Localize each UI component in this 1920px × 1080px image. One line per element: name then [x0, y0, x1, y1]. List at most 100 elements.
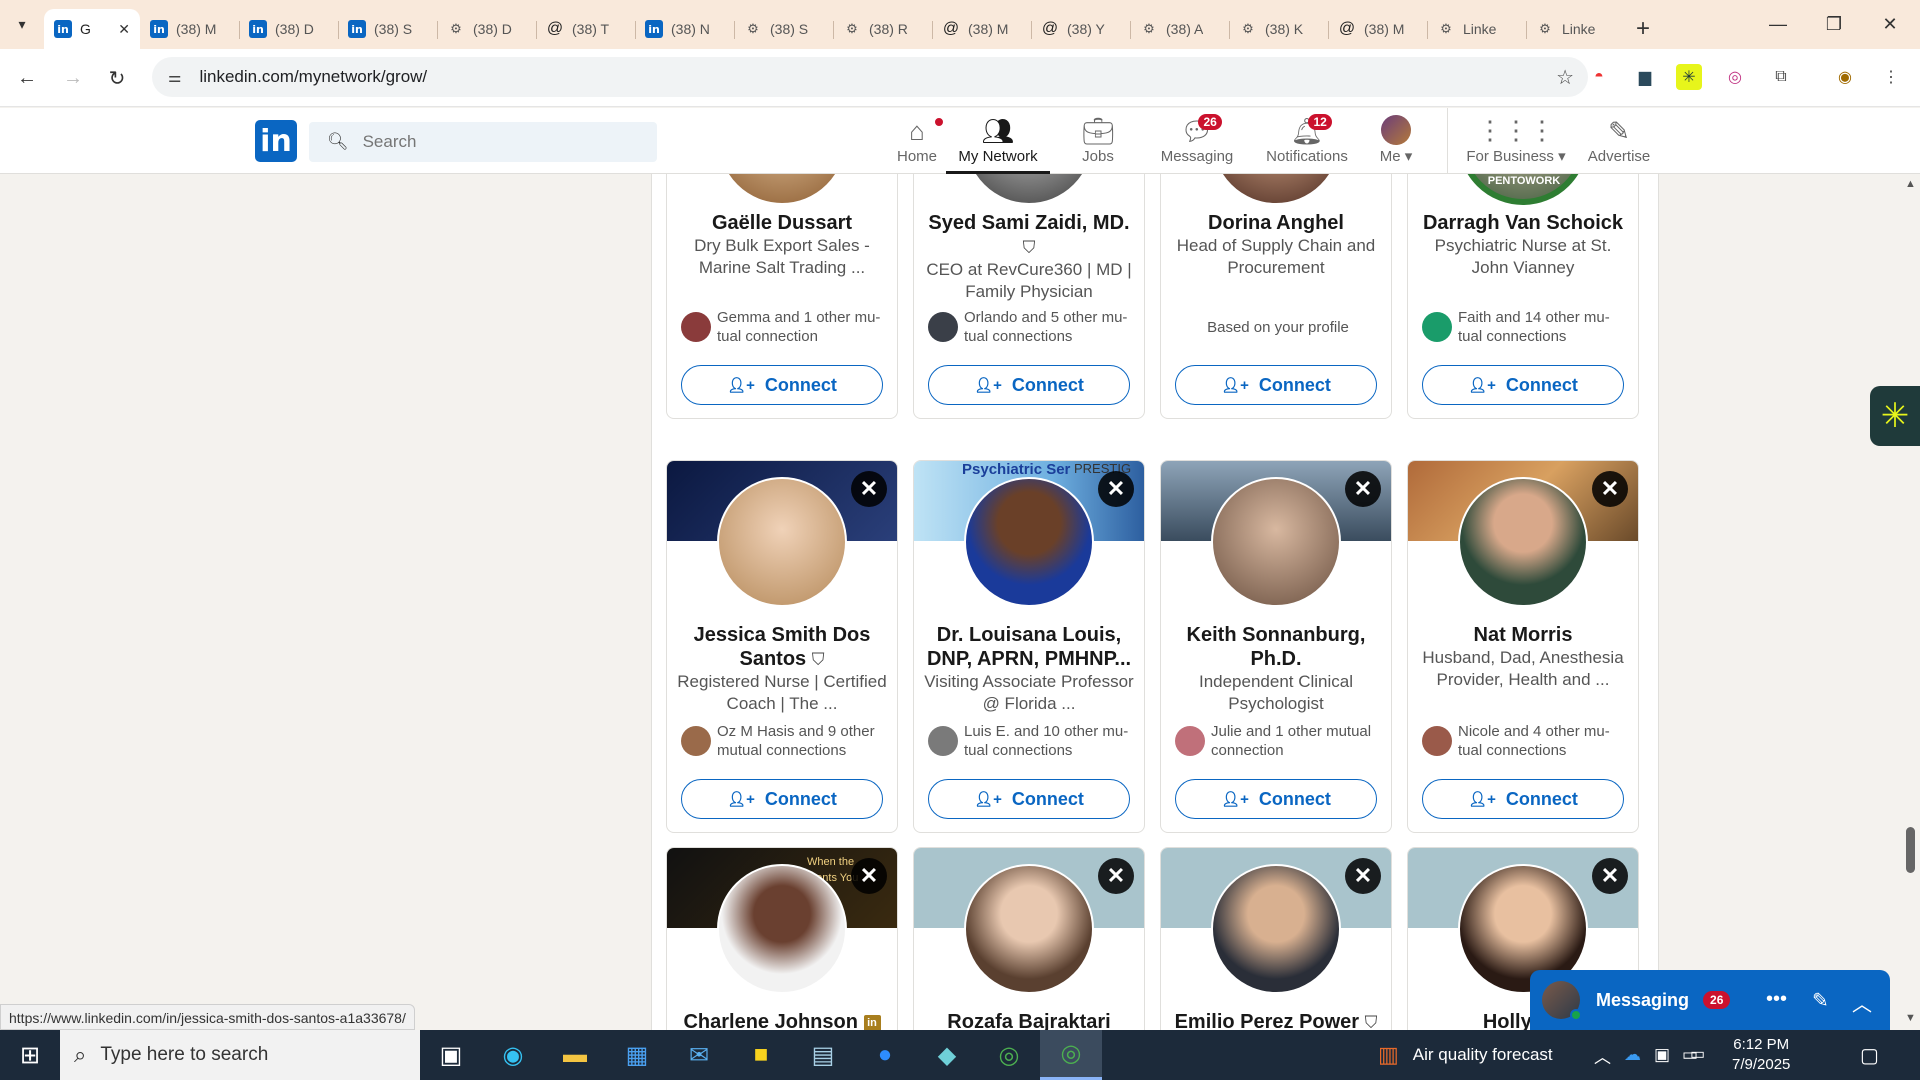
- person-card[interactable]: Gaëlle Dussart Dry Bulk Export Sales - M…: [666, 174, 898, 419]
- profile-photo[interactable]: [1458, 477, 1588, 607]
- nav-for-business[interactable]: ⋮⋮⋮ For Business ▾: [1456, 108, 1576, 174]
- site-info-icon[interactable]: ⚌: [168, 68, 181, 86]
- connect-button[interactable]: 👤︎+ Connect: [681, 779, 883, 819]
- dismiss-x-icon[interactable]: ✕: [1592, 858, 1628, 894]
- browser-menu-icon[interactable]: ⋮: [1878, 64, 1904, 90]
- person-card[interactable]: ✕ Jessica Smith Dos Santos ⛉ Registered …: [666, 460, 898, 833]
- browser-tab[interactable]: in G ✕: [44, 9, 140, 49]
- compose-icon[interactable]: ✎: [1812, 988, 1829, 1013]
- person-name[interactable]: Gaëlle Dussart: [677, 211, 887, 235]
- browser-tab[interactable]: ⚙ (38) A: [1130, 9, 1229, 49]
- person-card[interactable]: ✕ Keith Sonnanburg, Ph.D. Independent Cl…: [1160, 460, 1392, 833]
- browser-tab[interactable]: in (38) M: [140, 9, 239, 49]
- sticky-notes-icon[interactable]: ■: [730, 1030, 792, 1080]
- nav-messaging[interactable]: 💬︎ 26 Messaging: [1144, 108, 1250, 174]
- network-icon[interactable]: ▭: [1690, 1044, 1705, 1064]
- search-box[interactable]: 🔍︎: [309, 122, 657, 162]
- connect-button[interactable]: 👤︎+ Connect: [1422, 365, 1624, 405]
- person-card[interactable]: When the ments You ✕ Charlene Johnson in: [666, 847, 898, 1030]
- profile-photo[interactable]: [717, 477, 847, 607]
- notepad-icon[interactable]: ▤: [792, 1030, 854, 1080]
- person-name[interactable]: Dorina Anghel: [1171, 211, 1381, 235]
- browser-tab[interactable]: ⚙ (38) D: [437, 9, 536, 49]
- minimize-icon[interactable]: —: [1750, 0, 1806, 49]
- reload-icon[interactable]: ↻: [102, 63, 132, 93]
- browser-tab[interactable]: @ (38) M: [1328, 9, 1427, 49]
- notifications-center-icon[interactable]: ▢: [1860, 1030, 1879, 1080]
- person-card[interactable]: ✕ Nat Morris Husband, Dad, Anesthesia Pr…: [1407, 460, 1639, 833]
- weather-widget[interactable]: ▥ Air quality forecast: [1378, 1030, 1553, 1080]
- chrome-icon[interactable]: ◎: [978, 1030, 1040, 1080]
- person-card[interactable]: PENTOWORK Darragh Van Schoick Psychiatri…: [1407, 174, 1639, 419]
- forward-arrow-icon[interactable]: →: [58, 63, 88, 93]
- dismiss-x-icon[interactable]: ✕: [851, 858, 887, 894]
- bookmark-star-icon[interactable]: ☆: [1556, 65, 1574, 90]
- address-bar[interactable]: ⚌ linkedin.com/mynetwork/grow/ ☆: [152, 57, 1588, 97]
- profile-photo[interactable]: [1211, 174, 1341, 205]
- mail-icon[interactable]: ✉: [668, 1030, 730, 1080]
- profile-photo[interactable]: [717, 864, 847, 994]
- browser-tab[interactable]: ⚙ (38) K: [1229, 9, 1328, 49]
- browser-tab[interactable]: @ (38) M: [932, 9, 1031, 49]
- messaging-overlay[interactable]: Messaging 26 ••• ✎ ︿: [1530, 970, 1890, 1030]
- nav-me[interactable]: Me ▾: [1366, 108, 1426, 174]
- taskbar-search[interactable]: ⌕ Type here to search: [60, 1030, 420, 1080]
- profile-photo[interactable]: [1211, 477, 1341, 607]
- person-card[interactable]: ✕ Rozafa Bajraktari: [913, 847, 1145, 1030]
- task-view-icon[interactable]: ▣: [420, 1030, 482, 1080]
- search-input[interactable]: [362, 132, 643, 152]
- onedrive-icon[interactable]: ☁: [1624, 1030, 1641, 1080]
- person-name[interactable]: Charlene Johnson in: [677, 1010, 887, 1030]
- page-scrollbar[interactable]: [1901, 174, 1920, 1030]
- person-card[interactable]: Syed Sami Zaidi, MD. ⛉ CEO at RevCure360…: [913, 174, 1145, 419]
- back-arrow-icon[interactable]: ←: [12, 63, 42, 93]
- tray-chevron-icon[interactable]: ︿: [1594, 1030, 1611, 1080]
- chrome-active-icon[interactable]: ◎: [1040, 1030, 1102, 1080]
- extensions-puzzle-icon[interactable]: ⧉: [1768, 64, 1794, 90]
- tab-search-chevron-icon[interactable]: ▾: [0, 0, 44, 49]
- profile-icon[interactable]: ◉: [1832, 64, 1858, 90]
- person-name[interactable]: Keith Sonnanburg, Ph.D.: [1171, 623, 1381, 671]
- connect-button[interactable]: 👤︎+ Connect: [928, 365, 1130, 405]
- scroll-down-arrow-icon[interactable]: ▼: [1905, 1012, 1916, 1024]
- connect-button[interactable]: 👤︎+ Connect: [681, 365, 883, 405]
- instagram-extension-icon[interactable]: ◎: [1722, 64, 1748, 90]
- profile-photo[interactable]: [717, 174, 847, 205]
- browser-tab[interactable]: in (38) S: [338, 9, 437, 49]
- person-name[interactable]: Syed Sami Zaidi, MD. ⛉: [924, 211, 1134, 260]
- nav-notifications[interactable]: 🔔︎ 12 Notifications: [1254, 108, 1360, 174]
- new-tab-button[interactable]: +: [1625, 9, 1661, 49]
- person-card[interactable]: Psychiatric Ser PRESTIG ✕ Dr. Louisana L…: [913, 460, 1145, 833]
- scrollbar-thumb[interactable]: [1906, 827, 1915, 873]
- browser-tab[interactable]: ⚙ Linke: [1427, 9, 1526, 49]
- linkedin-logo-icon[interactable]: in: [255, 120, 297, 162]
- file-explorer-icon[interactable]: ▬: [544, 1030, 606, 1080]
- dismiss-x-icon[interactable]: ✕: [1345, 858, 1381, 894]
- person-name[interactable]: Nat Morris: [1418, 623, 1628, 647]
- dismiss-x-icon[interactable]: ✕: [1345, 471, 1381, 507]
- url-text[interactable]: linkedin.com/mynetwork/grow/: [199, 67, 427, 87]
- browser-tab[interactable]: @ (38) T: [536, 9, 635, 49]
- browser-tab[interactable]: in (38) N: [635, 9, 734, 49]
- dismiss-x-icon[interactable]: ✕: [1098, 858, 1134, 894]
- dismiss-x-icon[interactable]: ✕: [1592, 471, 1628, 507]
- close-window-icon[interactable]: ✕: [1862, 0, 1918, 49]
- connect-button[interactable]: 👤︎+ Connect: [1422, 779, 1624, 819]
- meet-now-icon[interactable]: ▣: [1654, 1030, 1670, 1080]
- profile-photo[interactable]: [964, 864, 1094, 994]
- pokeball-extension-icon[interactable]: ◓: [1586, 64, 1612, 90]
- person-card[interactable]: ✕ Emilio Perez Power ⛉: [1160, 847, 1392, 1030]
- app-diamond-icon[interactable]: ◆: [916, 1030, 978, 1080]
- more-options-icon[interactable]: •••: [1766, 988, 1787, 1011]
- browser-tab[interactable]: ⚙ Linke: [1526, 9, 1625, 49]
- profile-photo[interactable]: [964, 174, 1094, 205]
- asterisk-extension-icon[interactable]: ✳: [1676, 64, 1702, 90]
- nav-home[interactable]: ⌂ Home: [877, 108, 957, 174]
- scroll-up-arrow-icon[interactable]: ▲: [1905, 178, 1916, 190]
- close-tab-icon[interactable]: ✕: [118, 21, 130, 38]
- restore-icon[interactable]: ❐: [1806, 0, 1862, 49]
- nav-jobs[interactable]: 💼︎ Jobs: [1068, 108, 1128, 174]
- person-name[interactable]: Dr. Louisana Louis, DNP, APRN, PMHNP...: [924, 623, 1134, 671]
- microsoft-store-icon[interactable]: ▦: [606, 1030, 668, 1080]
- zoom-icon[interactable]: ●: [854, 1030, 916, 1080]
